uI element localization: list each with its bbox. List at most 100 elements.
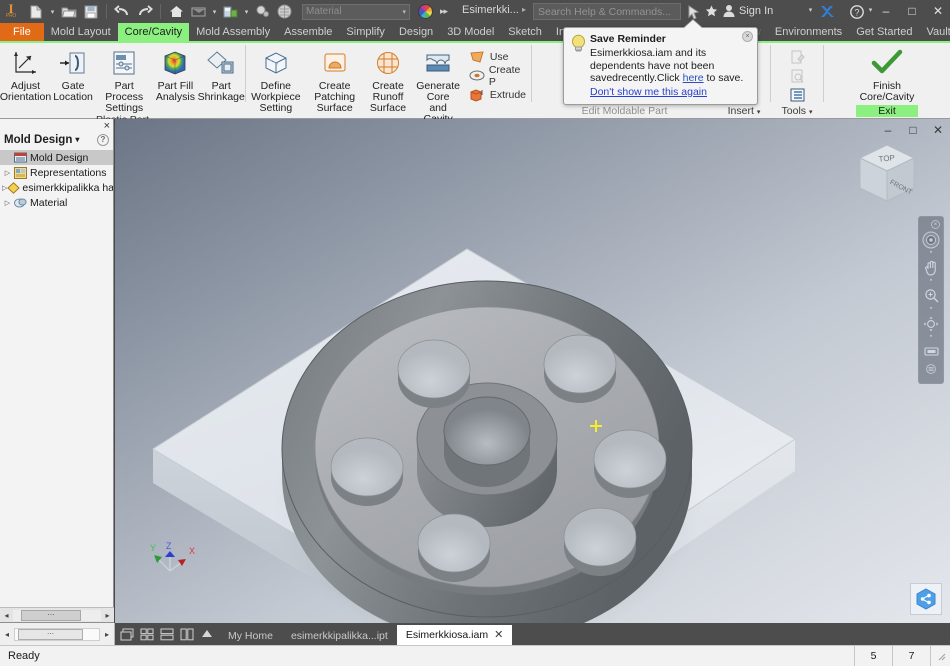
redo-icon[interactable] [134,1,155,22]
create-plane-button[interactable]: Create P [466,64,529,88]
bottom-horizontal-scrollbar[interactable]: ◂ ⋯ ▸ [0,623,115,645]
tab-vault[interactable]: Vault [919,23,950,41]
minimize-button[interactable]: – [878,2,894,20]
open-file-icon[interactable] [58,1,79,22]
browser-scroll-right-arrow[interactable]: ▸ [101,611,114,620]
new-file-icon[interactable] [26,1,47,22]
tab-mold-assembly[interactable]: Mold Assembly [189,23,277,41]
bottom-scroll-track[interactable]: ⋯ [14,627,100,641]
tab-mold-layout[interactable]: Mold Layout [44,23,118,41]
tile-windows-icon[interactable] [117,623,137,645]
look-at-icon[interactable] [920,341,942,362]
browser-help-icon[interactable]: ? [97,133,109,146]
select-icon[interactable] [252,1,273,22]
tab-file[interactable]: File [0,23,44,41]
popup-close-button[interactable]: × [742,31,753,42]
tab-sketch[interactable]: Sketch [501,23,549,41]
part-shrinkage-button[interactable]: Part Shrinkage [197,45,245,103]
bottom-scroll-right-arrow[interactable]: ▸ [100,630,114,639]
appearance-color-wheel-icon[interactable] [418,4,433,19]
popup-here-link[interactable]: here [683,72,704,84]
steering-wheel-icon[interactable] [920,229,942,250]
tab-design[interactable]: Design [392,23,440,41]
tab-core-cavity[interactable]: Core/Cavity [117,23,190,41]
search-input[interactable]: Search Help & Commands... [533,3,681,20]
horizontal-split-icon[interactable] [157,623,177,645]
inspect-tool-icon[interactable] [786,66,808,85]
tab-get-started[interactable]: Get Started [849,23,919,41]
material-dropdown[interactable]: Material ▾ [302,3,410,20]
view-cube[interactable]: TOP FRONT [848,137,926,215]
tree-expander-icon[interactable]: ▷ [2,199,13,207]
tools-panel-label[interactable]: Tools ▾ [771,105,823,119]
tab-simplify[interactable]: Simplify [339,23,392,41]
update-dropdown-caret[interactable]: ▾ [242,8,251,16]
status-resize-grip[interactable] [930,645,950,666]
define-workpiece-setting-button[interactable]: Define Workpiece Setting [246,45,306,114]
return-dropdown-caret[interactable]: ▾ [210,8,219,16]
zoom-icon[interactable] [920,285,942,306]
tree-node-material[interactable]: ▷ Material [0,195,113,210]
pan-hand-icon[interactable] [920,257,942,278]
sign-in-caret-icon[interactable]: ▾ [806,6,815,14]
tab-esimerkkipalikka-ipt[interactable]: esimerkkipalikka...ipt [282,627,397,645]
tree-node-esimerkkipalikka[interactable]: ▷ esimerkkipalikka har [0,180,113,195]
generate-core-and-cavity-button[interactable]: Generate Core and Cavity [412,45,463,125]
browser-horizontal-scrollbar[interactable]: ◂ ⋯ ▸ [0,607,114,622]
share-a360-icon[interactable] [910,583,942,615]
gate-location-button[interactable]: Gate Location [51,45,95,103]
finish-core-cavity-button[interactable]: Finish Core/Cavity [856,45,919,103]
insert-panel-label[interactable]: Insert ▾ [718,105,770,119]
bottom-scroll-left-arrow[interactable]: ◂ [0,630,14,639]
tab-environments[interactable]: Environments [768,23,849,41]
viewport-close-button[interactable]: ✕ [930,121,946,139]
grid-windows-icon[interactable] [137,623,157,645]
browser-scroll-left-arrow[interactable]: ◂ [0,611,13,620]
browser-dropdown-caret-icon[interactable]: ▾ [75,135,79,144]
help-search-pointer-icon[interactable] [684,3,702,20]
new-file-dropdown-caret[interactable]: ▾ [48,8,57,16]
part-fill-analysis-button[interactable]: Part Fill Analysis [153,45,197,103]
tab-close-icon[interactable]: ✕ [494,625,503,645]
vertical-split-icon[interactable] [177,623,197,645]
tree-expander-icon[interactable]: ▷ [2,169,13,177]
create-runoff-surface-button[interactable]: Create Runoff Surface [364,45,413,114]
tree-node-representations[interactable]: ▷ Representations [0,165,113,180]
browser-close-button[interactable]: × [104,120,110,132]
browser-scroll-track[interactable]: ⋯ [13,609,101,621]
return-icon[interactable] [188,1,209,22]
help-caret-icon[interactable]: ▾ [866,6,875,14]
save-icon[interactable] [80,1,101,22]
tab-assemble[interactable]: Assemble [277,23,339,41]
edit-tool-icon[interactable] [786,47,808,66]
tab-3d-model[interactable]: 3D Model [440,23,501,41]
appearance-icon[interactable] [274,1,295,22]
home-icon[interactable] [166,1,187,22]
tree-node-mold-design[interactable]: Mold Design [0,150,113,165]
nav-menu-icon[interactable] [920,362,942,376]
navbar-close-icon[interactable]: × [931,220,940,229]
create-patching-surface-button[interactable]: Create Patching Surface [306,45,364,114]
expand-arrow-icon[interactable] [197,623,217,645]
orbit-icon[interactable] [920,313,942,334]
close-button[interactable]: ✕ [930,2,946,20]
autodesk-x-icon[interactable] [818,3,836,20]
bottom-scroll-thumb[interactable]: ⋯ [18,628,83,640]
tab-my-home[interactable]: My Home [219,627,282,645]
browser-scroll-thumb[interactable]: ⋯ [21,609,81,621]
tab-esimerkkiosa-iam[interactable]: Esimerkkiosa.iam ✕ [396,625,513,645]
extrude-button[interactable]: Extrude [466,85,529,104]
adjust-orientation-button[interactable]: Adjust Orientation [0,45,51,103]
maximize-button[interactable]: □ [904,2,920,20]
part-process-settings-button[interactable]: Part Process Settings [95,45,153,114]
3d-viewport[interactable]: – □ ✕ TOP FRONT × ▪ ▪ ▪ ▪ Y X Z [115,119,950,623]
sign-in-button[interactable]: Sign In [723,4,773,17]
qat-overflow-icon[interactable]: ▸▸ [440,6,448,17]
help-icon[interactable]: ? [848,3,866,20]
list-tool-icon[interactable] [786,85,808,104]
favorites-star-icon[interactable] [702,3,720,20]
dont-show-again-link[interactable]: Don't show me this again [590,86,707,98]
viewport-restore-button[interactable]: □ [905,121,921,139]
undo-icon[interactable] [112,1,133,22]
update-icon[interactable] [220,1,241,22]
